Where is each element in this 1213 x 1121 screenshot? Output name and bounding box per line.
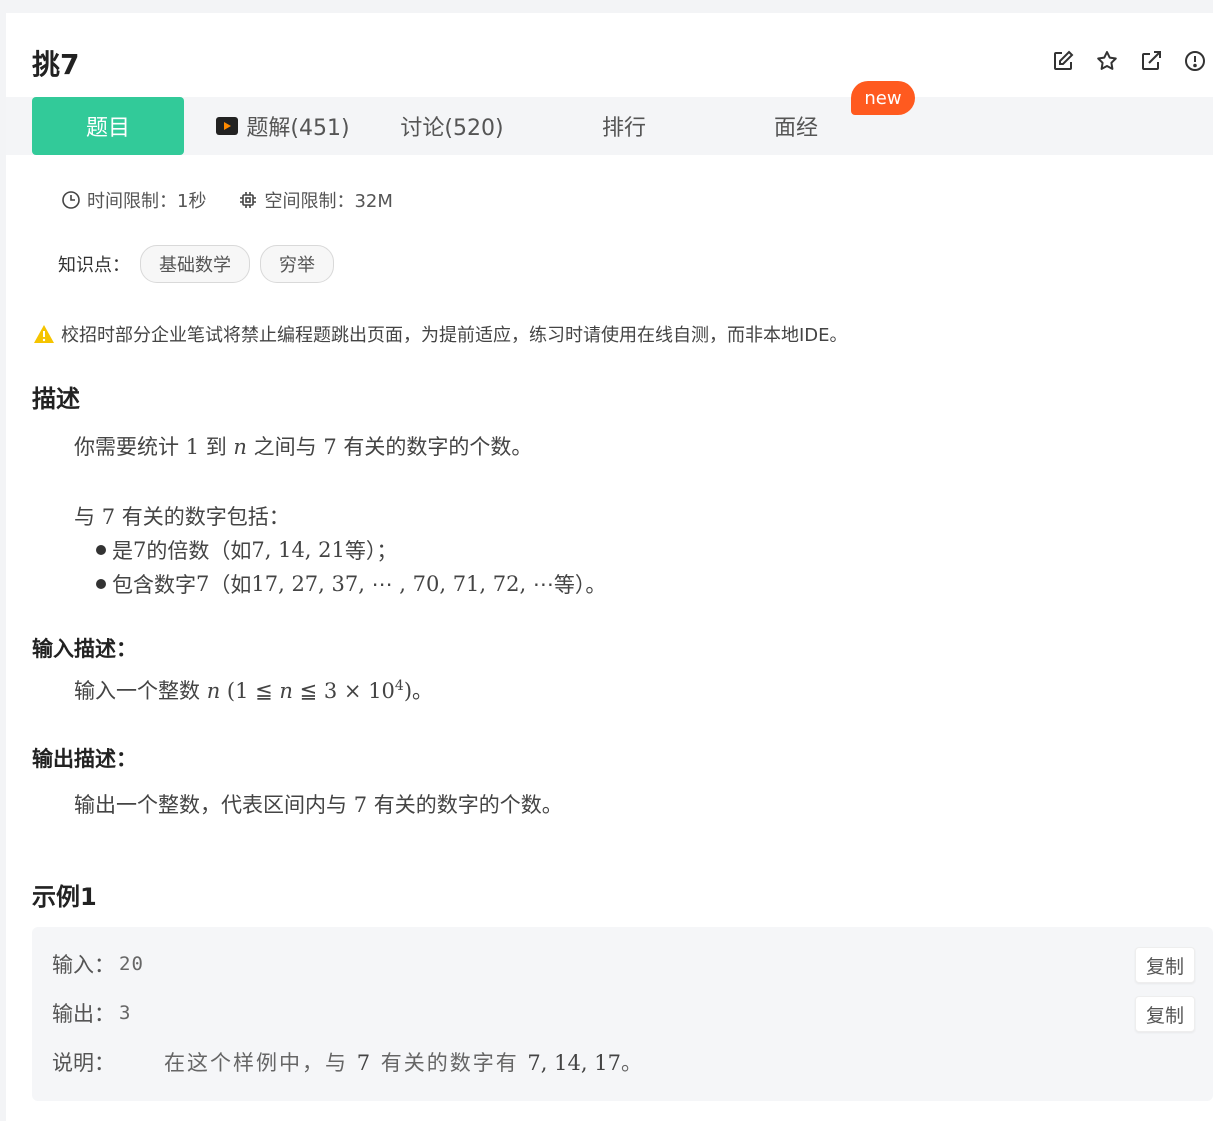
input-desc-text: 输入一个整数 n (1 ≦ n ≦ 3 × 104)。 — [74, 678, 434, 703]
warning-text: 校招时部分企业笔试将禁止编程题跳出页面，为提前适应，练习时请使用在线自测，而非本… — [61, 325, 848, 346]
example-output-label: 输出： — [52, 1002, 115, 1026]
warning-notice: 校招时部分企业笔试将禁止编程题跳出页面，为提前适应，练习时请使用在线自测，而非本… — [33, 321, 848, 347]
tab-label: 面经 — [773, 116, 818, 141]
report-icon[interactable] — [1183, 49, 1207, 73]
limits: 时间限制：1秒 空间限制：32M — [61, 187, 393, 213]
problem-card: 挑7 题目 题解(451) 讨论(520) 排行 面经 new 时间限制：1秒 … — [6, 13, 1213, 1121]
tab-solutions[interactable]: 题解(451) — [208, 97, 358, 155]
description-bullet-2: 包含数字 7 （如 17, 27, 37, ⋯ , 70, 71, 72, ⋯ 等… — [96, 569, 606, 599]
video-icon — [216, 117, 239, 135]
external-link-icon[interactable] — [1139, 49, 1163, 73]
new-badge: new — [851, 81, 915, 115]
tab-label: 题目 — [85, 116, 130, 141]
warning-icon — [34, 325, 54, 343]
copy-input-button[interactable]: 复制 — [1135, 947, 1195, 983]
page-title: 挑7 — [32, 48, 80, 81]
bullet-dot — [96, 579, 106, 589]
tag-basic-math[interactable]: 基础数学 — [140, 245, 250, 283]
description-heading: 描述 — [32, 385, 80, 413]
bullet-dot — [96, 545, 106, 555]
space-limit: 空间限制：32M — [238, 187, 393, 213]
chip-icon — [240, 192, 257, 208]
input-desc-heading: 输入描述： — [32, 637, 137, 661]
output-desc-text: 输出一个整数，代表区间内与 7 有关的数字的个数。 — [74, 793, 563, 817]
example-input: 输入： 20 — [52, 949, 144, 979]
tab-bar: 题目 题解(451) 讨论(520) 排行 面经 — [6, 97, 1213, 155]
description-line-2: 与 7 有关的数字包括： — [74, 505, 290, 529]
knowledge-label: 知识点： — [58, 255, 130, 276]
clock-icon — [62, 191, 80, 209]
tab-label: 题解(451) — [246, 116, 350, 141]
tab-interview[interactable]: 面经 — [738, 97, 854, 155]
example-input-label: 输入： — [52, 953, 115, 977]
knowledge-points: 知识点： 基础数学 穷举 — [58, 245, 334, 283]
example-explain-label: 说明： — [52, 1051, 115, 1075]
toolbar — [1051, 49, 1207, 73]
time-limit-text: 时间限制：1秒 — [87, 191, 207, 212]
example-input-value: 20 — [119, 953, 144, 975]
tab-discussion[interactable]: 讨论(520) — [386, 97, 518, 155]
output-desc-heading: 输出描述： — [32, 747, 137, 771]
example-explain-text: 在这个样例中，与 7 有关的数字有 7, 14, 17。 — [164, 1051, 644, 1075]
example-heading: 示例1 — [32, 883, 97, 911]
example-box: 输入： 20 复制 输出： 3 复制 说明： 在这个样例中，与 7 有关的数字有… — [32, 927, 1213, 1101]
example-output: 输出： 3 — [52, 998, 131, 1028]
tab-ranking[interactable]: 排行 — [566, 97, 682, 155]
description-bullet-1: 是 7 的倍数（如 7, 14, 21 等）； — [96, 535, 397, 565]
time-limit: 时间限制：1秒 — [61, 187, 206, 213]
space-limit-text: 空间限制：32M — [264, 191, 393, 212]
copy-output-button[interactable]: 复制 — [1135, 996, 1195, 1032]
tab-problem[interactable]: 题目 — [32, 97, 184, 155]
tab-label: 排行 — [601, 116, 646, 141]
description-line-1: 你需要统计 1 到 n 之间与 7 有关的数字的个数。 — [74, 435, 533, 459]
tab-label: 讨论(520) — [400, 116, 504, 141]
tag-enumeration[interactable]: 穷举 — [260, 245, 334, 283]
edit-icon[interactable] — [1051, 49, 1075, 73]
example-output-value: 3 — [119, 1002, 132, 1024]
star-icon[interactable] — [1095, 49, 1119, 73]
